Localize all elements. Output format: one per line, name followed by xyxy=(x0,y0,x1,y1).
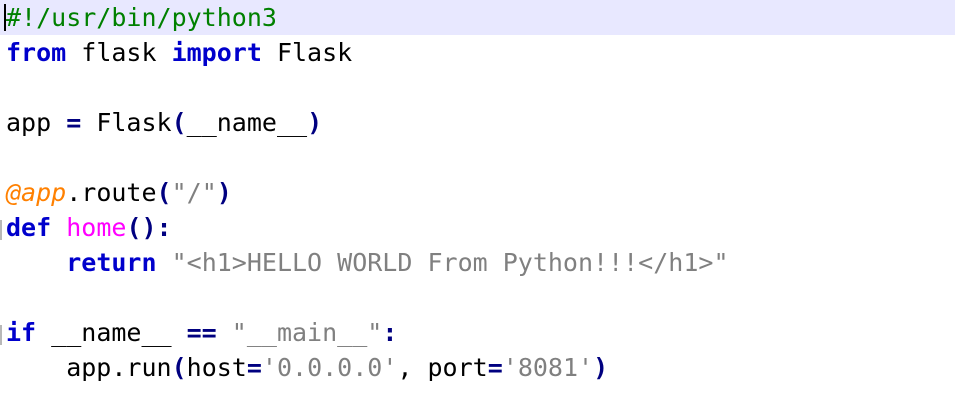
code-line[interactable] xyxy=(0,70,955,105)
code-token-keyword: return xyxy=(66,248,157,277)
code-token-default xyxy=(6,248,66,277)
code-token-string: "/" xyxy=(171,178,217,207)
code-token-default: Flask xyxy=(261,38,353,67)
code-token-operator: == xyxy=(186,318,217,347)
code-token-default: .route xyxy=(66,178,157,207)
code-token-decorator: @app xyxy=(6,178,67,207)
code-token-default: app.run xyxy=(6,353,172,382)
code-line[interactable]: from flask import Flask xyxy=(0,35,955,70)
code-token-default xyxy=(51,213,66,242)
code-token-default xyxy=(157,248,172,277)
code-token-string: '8081' xyxy=(502,353,594,382)
code-token-string: "__main__" xyxy=(231,318,383,347)
code-token-operator: = xyxy=(246,353,262,382)
code-token-operator: ) xyxy=(216,178,232,207)
fold-marker[interactable] xyxy=(0,220,2,240)
code-token-operator: = xyxy=(66,108,82,137)
code-token-function-name: home xyxy=(66,213,127,242)
code-line[interactable] xyxy=(0,140,955,175)
code-token-operator: = xyxy=(487,353,503,382)
code-token-keyword: if xyxy=(6,318,37,347)
code-token-operator: ( xyxy=(171,108,187,137)
code-line[interactable]: if __name__ == "__main__": xyxy=(0,315,955,350)
code-token-default: host xyxy=(186,353,247,382)
code-token-default: __name__ xyxy=(186,108,308,137)
code-token-default: app xyxy=(6,108,67,137)
code-line[interactable]: def home(): xyxy=(0,210,955,245)
text-caret xyxy=(4,4,6,31)
code-line[interactable]: app = Flask(__name__) xyxy=(0,105,955,140)
code-token-keyword: def xyxy=(6,213,52,242)
code-line[interactable] xyxy=(0,280,955,315)
code-token-keyword: from xyxy=(6,38,67,67)
code-token-default xyxy=(217,318,232,347)
code-line[interactable]: return "<h1>HELLO WORLD From Python!!!</… xyxy=(0,245,955,280)
code-editor[interactable]: #!/usr/bin/python3 from flask import Fla… xyxy=(0,0,955,402)
code-token-operator: ( xyxy=(156,178,172,207)
code-token-default: flask xyxy=(66,38,172,67)
code-token-operator: ( xyxy=(171,353,187,382)
code-token-operator: ) xyxy=(307,108,323,137)
fold-marker[interactable] xyxy=(0,325,2,345)
code-token-default: , port xyxy=(397,353,488,382)
code-token-comment: #!/usr/bin/python3 xyxy=(6,3,277,32)
code-token-default: __name__ xyxy=(36,318,187,347)
code-token-operator: (): xyxy=(126,213,172,242)
code-token-operator: ) xyxy=(593,353,609,382)
code-token-string: '0.0.0.0' xyxy=(261,353,398,382)
code-token-keyword: import xyxy=(171,38,262,67)
code-token-default: Flask xyxy=(81,108,172,137)
code-line[interactable]: @app.route("/") xyxy=(0,175,955,210)
code-token-operator: : xyxy=(382,318,398,347)
code-token-string: "<h1>HELLO WORLD From Python!!!</h1>" xyxy=(171,248,729,277)
code-line[interactable]: app.run(host='0.0.0.0', port='8081') xyxy=(0,350,955,385)
code-line[interactable]: #!/usr/bin/python3 xyxy=(0,0,955,35)
